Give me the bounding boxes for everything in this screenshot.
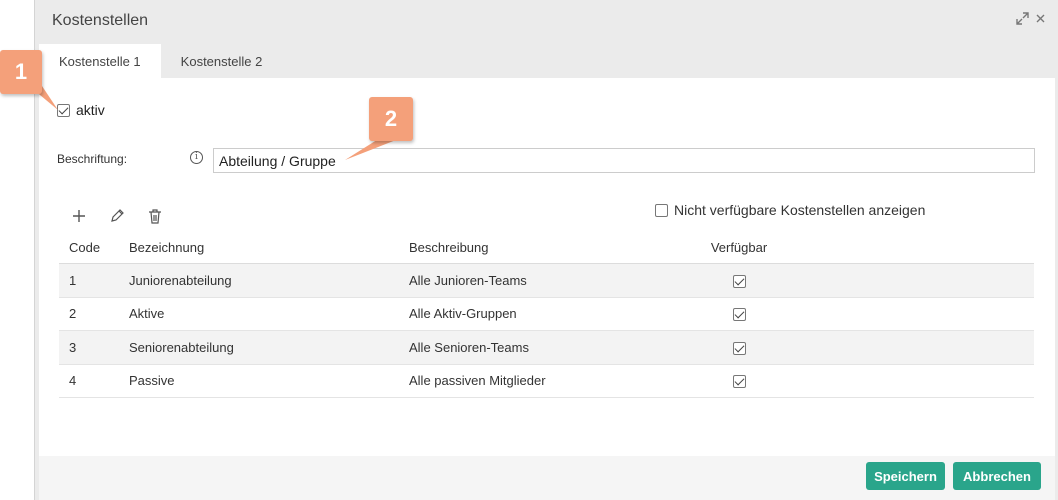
trash-icon[interactable] — [145, 206, 165, 226]
verfuegbar-checkbox[interactable] — [732, 341, 746, 355]
cell-verfuegbar — [699, 306, 779, 322]
show-unavailable-label: Nicht verfügbare Kostenstellen anzeigen — [674, 202, 926, 218]
cell-beschreibung: Alle Aktiv-Gruppen — [409, 306, 517, 322]
cell-bezeichnung: Seniorenabteilung — [129, 339, 234, 355]
aktiv-checkbox-row[interactable]: aktiv — [57, 102, 105, 118]
cell-code: 2 — [69, 306, 77, 322]
table-row[interactable]: 3 Seniorenabteilung Alle Senioren-Teams — [59, 331, 1034, 365]
table-row[interactable]: 2 Aktive Alle Aktiv-Gruppen — [59, 298, 1034, 331]
cell-code: 3 — [69, 339, 77, 355]
tab-kostenstelle-1[interactable]: Kostenstelle 1 — [39, 44, 161, 78]
cell-verfuegbar — [699, 273, 779, 288]
kostenstellen-table: Code Bezeichnung Beschreibung Verfügbar … — [59, 232, 1034, 398]
cell-bezeichnung: Aktive — [129, 306, 165, 322]
tab-kostenstelle-2[interactable]: Kostenstelle 2 — [161, 44, 283, 78]
column-header-verfuegbar[interactable]: Verfügbar — [699, 240, 779, 255]
verfuegbar-checkbox[interactable] — [732, 375, 746, 389]
cell-verfuegbar — [699, 340, 779, 355]
close-icon[interactable] — [1035, 12, 1046, 28]
window-controls — [1016, 12, 1046, 28]
column-header-bezeichnung[interactable]: Bezeichnung — [129, 240, 409, 255]
expand-icon[interactable] — [1016, 12, 1029, 28]
plus-icon[interactable] — [69, 206, 89, 226]
cell-bezeichnung: Passive — [129, 373, 175, 389]
cell-code: 1 — [69, 272, 77, 288]
table-row[interactable]: 1 Juniorenabteilung Alle Junioren-Teams — [59, 264, 1034, 298]
table-header: Code Bezeichnung Beschreibung Verfügbar — [59, 232, 1034, 264]
tab-content: aktiv Beschriftung: i Nicht verfügbare K… — [39, 78, 1055, 456]
dialog-titlebar: Kostenstellen — [35, 0, 1058, 42]
verfuegbar-checkbox[interactable] — [732, 274, 746, 288]
aktiv-checkbox[interactable] — [57, 103, 70, 117]
verfuegbar-checkbox[interactable] — [732, 308, 746, 322]
callout-badge-2: 2 — [369, 97, 413, 141]
cell-verfuegbar — [699, 373, 779, 389]
info-icon[interactable]: i — [190, 151, 203, 164]
column-header-code[interactable]: Code — [59, 240, 129, 255]
callout-badge-1: 1 — [0, 50, 42, 94]
kostenstellen-dialog: Kostenstellen Kostenstelle 1 Kostenstell… — [34, 0, 1058, 500]
grid-toolbar — [69, 206, 165, 226]
show-unavailable-checkbox[interactable] — [655, 203, 668, 217]
aktiv-label: aktiv — [76, 102, 105, 118]
pencil-icon[interactable] — [107, 206, 127, 226]
show-unavailable-checkbox-row[interactable]: Nicht verfügbare Kostenstellen anzeigen — [655, 202, 925, 218]
tab-bar: Kostenstelle 1 Kostenstelle 2 — [39, 44, 282, 78]
cell-beschreibung: Alle Senioren-Teams — [409, 339, 529, 355]
cell-beschreibung: Alle passiven Mitglieder — [409, 373, 546, 389]
dialog-title: Kostenstellen — [52, 12, 149, 29]
cell-beschreibung: Alle Junioren-Teams — [409, 272, 527, 288]
table-row[interactable]: 4 Passive Alle passiven Mitglieder — [59, 365, 1034, 398]
beschriftung-label: Beschriftung: — [57, 152, 128, 166]
cell-code: 4 — [69, 373, 77, 389]
cell-bezeichnung: Juniorenabteilung — [129, 272, 232, 288]
save-button[interactable]: Speichern — [866, 462, 945, 490]
beschriftung-input[interactable] — [213, 148, 1035, 173]
column-header-beschreibung[interactable]: Beschreibung — [409, 240, 699, 255]
cancel-button[interactable]: Abbrechen — [953, 462, 1041, 490]
